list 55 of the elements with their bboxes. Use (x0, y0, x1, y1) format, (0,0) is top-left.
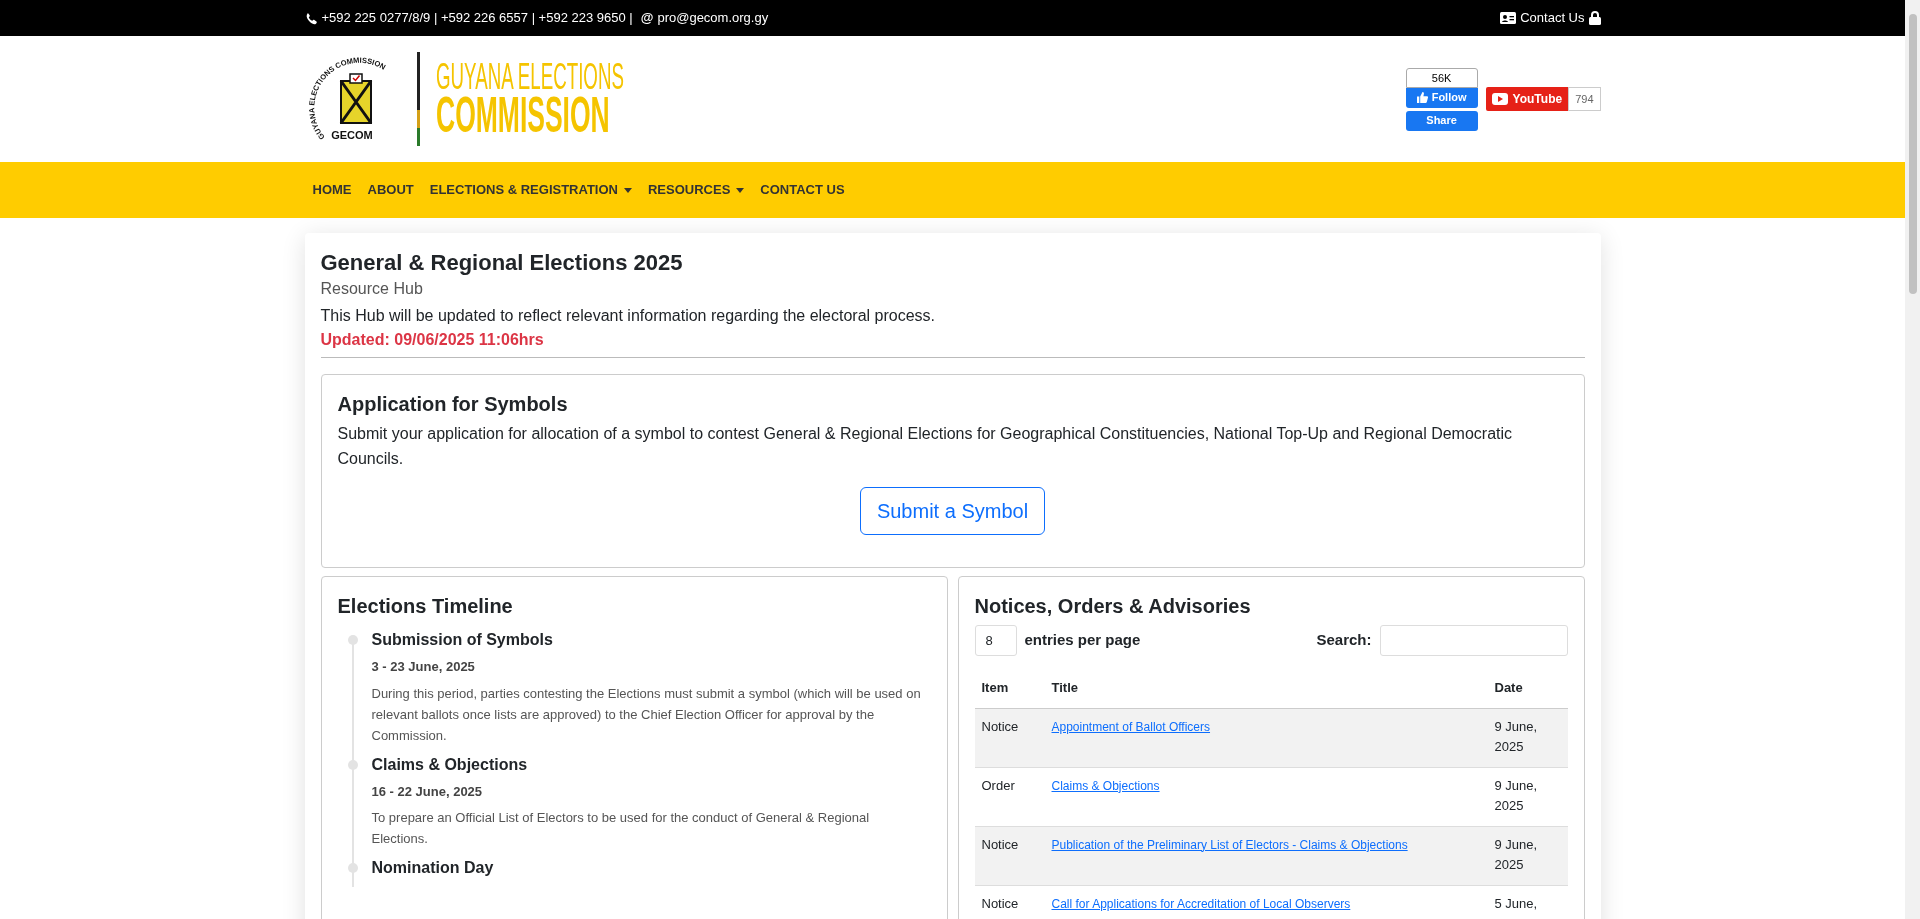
notice-link[interactable]: Claims & Objections (1051, 778, 1160, 793)
table-cell: Notice (981, 895, 1019, 911)
application-title: Application for Symbols (337, 392, 569, 417)
entries-label: entries per page (1024, 630, 1141, 651)
notices-title: Notices, Orders & Advisories (974, 594, 1252, 619)
notice-link[interactable]: Appointment of Ballot Officers (1051, 719, 1211, 734)
table-cell: Notice (981, 836, 1019, 852)
subscriber-count: 794 (1568, 87, 1601, 111)
play-icon (1491, 93, 1508, 105)
follower-count: 56K (1405, 67, 1478, 88)
id-card-icon (1500, 12, 1517, 24)
thumbs-up-icon (1416, 92, 1428, 103)
timeline-date: 3 - 23 June, 2025 (371, 658, 476, 676)
timeline-description: To prepare an Official List of Electors to be used for the conduct of General & Regional Elections. (371, 809, 871, 848)
phone-icon (304, 11, 318, 25)
notice-link[interactable]: Publication of the Preliminary List of Electors - Claims & Objections (1051, 837, 1408, 852)
timeline-description: During this period, parties contesting the Elections must submit a symbol (which will be used on relevant ballots once lists are approved) to the Chief Election Officer for approval by the Commission. (371, 684, 922, 745)
table-cell: 9 June, 2025 (1494, 777, 1538, 813)
email-icon: @ (640, 8, 654, 28)
timeline-item-title: Nomination Day (371, 858, 495, 878)
contact-us-link[interactable]: Contact Us (1500, 8, 1601, 28)
table-cell: 9 June, 2025 (1494, 836, 1538, 872)
table-cell: 9 June, 2025 (1494, 718, 1538, 754)
table-cell: Notice (981, 718, 1019, 734)
column-header: Title (1051, 680, 1078, 695)
lock-icon (1588, 11, 1601, 25)
scrollbar[interactable] (1905, 0, 1920, 919)
timeline-item-title: Claims & Objections (371, 754, 529, 775)
search-field[interactable] (1379, 625, 1568, 656)
nav-link[interactable]: CONTACT US (760, 180, 845, 200)
hub-description: This Hub will be updated to reflect relevant information regarding the electoral process. (320, 306, 937, 326)
notice-link[interactable]: Call for Applications for Accreditation of Local Observers (1051, 896, 1351, 911)
timeline-item-title: Submission of Symbols (371, 630, 554, 650)
nav-link[interactable]: ABOUT (367, 180, 414, 200)
column-header: Item (981, 680, 1009, 695)
follow-button[interactable]: Follow (1405, 87, 1478, 108)
column-header: Date (1494, 680, 1523, 695)
nav-link[interactable]: HOME (312, 180, 352, 200)
hub-title: General & Regional Elections 2025 (320, 249, 684, 277)
search-label: Search: (1316, 630, 1372, 651)
hub-subtitle: Resource Hub (320, 279, 424, 299)
timeline-date: 16 - 22 June, 2025 (371, 782, 484, 801)
entries-per-page-field[interactable]: 8 (974, 625, 1017, 656)
table-cell: 5 June, (1494, 895, 1538, 911)
youtube-subscribe-button[interactable]: YouTube (1485, 87, 1569, 111)
updated-timestamp: Updated: 09/06/2025 11:06hrs (320, 330, 545, 350)
table-cell: Order (981, 777, 1015, 793)
application-text: Submit your application for allocation of a symbol to contest General & Regional Elections for Geographical Constituencies, National Top-Up and Regional Democratic Councils. (337, 424, 1514, 469)
phone-numbers: +592 225 0277/8/9 | +592 226 6557 | +592 223 9650 | (321, 9, 633, 28)
timeline-title: Elections Timeline (337, 594, 514, 619)
share-button[interactable]: Share (1405, 110, 1478, 131)
nav-link[interactable]: RESOURCES (648, 180, 745, 200)
submit-symbol-button[interactable]: Submit a Symbol (859, 487, 1046, 535)
email-link[interactable]: pro@gecom.org.gy (657, 8, 769, 28)
nav-link[interactable]: ELECTIONS & REGISTRATION (429, 180, 632, 200)
